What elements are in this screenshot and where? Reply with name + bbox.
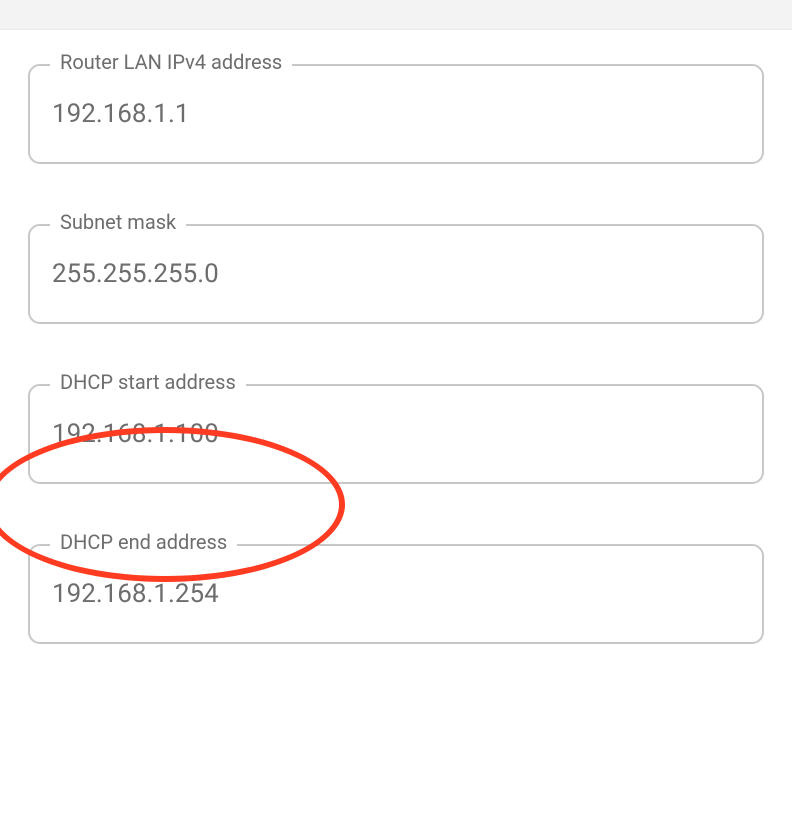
lan-settings-panel: Router LAN IPv4 address Subnet mask DHCP… [0,30,792,644]
router-lan-ip-field: Router LAN IPv4 address [28,64,764,164]
dhcp-start-label: DHCP start address [50,370,246,394]
dhcp-end-field: DHCP end address [28,544,764,644]
router-lan-ip-box[interactable] [28,64,764,164]
dhcp-end-input[interactable] [52,579,762,609]
subnet-mask-field: Subnet mask [28,224,764,324]
subnet-mask-input[interactable] [52,259,762,289]
dhcp-end-box[interactable] [28,544,764,644]
router-lan-ip-input[interactable] [52,99,762,129]
router-lan-ip-label: Router LAN IPv4 address [50,50,292,74]
dhcp-start-box[interactable] [28,384,764,484]
dhcp-start-field: DHCP start address [28,384,764,484]
dhcp-end-label: DHCP end address [50,530,237,554]
subnet-mask-label: Subnet mask [50,210,186,234]
subnet-mask-box[interactable] [28,224,764,324]
top-edge-strip [0,0,792,30]
dhcp-start-input[interactable] [52,419,762,449]
